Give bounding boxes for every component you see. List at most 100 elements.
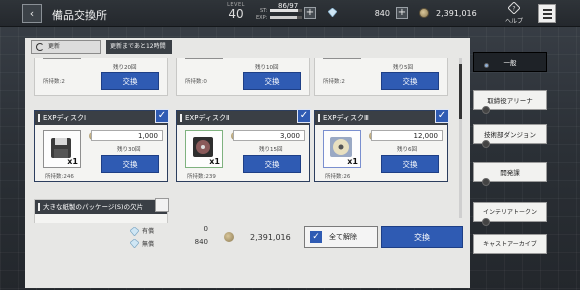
gem-add-button[interactable]: + xyxy=(396,7,408,19)
release-all-label: 全て解除 xyxy=(329,233,357,241)
scroll-thumb[interactable] xyxy=(459,64,462,119)
help-button[interactable]: ? ヘルプ xyxy=(501,1,527,25)
owned-count: 所持数:2 xyxy=(43,79,65,85)
item-thumbnail: x1 xyxy=(43,58,81,59)
remaining-count: 残り30回 xyxy=(117,147,141,153)
owned-count: 所持数:0 xyxy=(185,79,207,85)
owned-count: 所持数:246 xyxy=(45,174,74,180)
coin-icon xyxy=(224,232,234,242)
item-card-package-fragment[interactable]: 大きな紙製のパッケージ(S)の欠片 xyxy=(34,198,169,223)
item-thumbnail: x1 xyxy=(323,58,361,59)
owned-count: 所持数:26 xyxy=(325,174,351,180)
stamina-add-button[interactable]: + xyxy=(304,7,316,19)
item-card-exp-disc-1[interactable]: EXPディスクⅠ ✓ x1 所持数:246 1,000 残り30回 交換 xyxy=(34,109,169,182)
sidebar-item-arena[interactable]: 取締役アリーナ xyxy=(473,90,547,114)
exchange-button[interactable]: 交換 xyxy=(381,72,439,90)
disc-icon xyxy=(193,137,213,157)
back-arrow-icon: ‹ xyxy=(29,7,35,20)
selected-checkbox[interactable] xyxy=(155,198,169,212)
item-name: EXPディスクⅡ xyxy=(177,111,309,125)
paid-gem-label: 有償 xyxy=(142,228,155,235)
sidebar-item-label: 取締役アリーナ xyxy=(487,97,533,105)
paid-gem-value: 0 xyxy=(203,225,208,233)
remaining-count: 残り20回 xyxy=(113,65,137,71)
category-icon xyxy=(482,218,490,226)
item-name: 大きな紙製のパッケージ(S)の欠片 xyxy=(35,200,167,214)
refresh-button[interactable]: 更新 xyxy=(31,40,101,54)
scrollbar[interactable] xyxy=(459,58,462,218)
selected-checkbox[interactable]: ✓ xyxy=(297,109,311,123)
item-card-exp-disc-3[interactable]: EXPディスクⅢ ✓ x1 所持数:26 12,000 残り6回 交換 xyxy=(314,109,449,182)
item-name: EXPディスクⅠ xyxy=(35,111,167,125)
exchange-button[interactable]: 交換 xyxy=(101,72,159,90)
gem-icon xyxy=(328,8,337,17)
exchange-button[interactable]: 交換 xyxy=(243,155,301,173)
sidebar-item-label: キャストアーカイブ xyxy=(483,241,537,248)
stamina-label: ST: xyxy=(260,8,268,14)
free-gem-value: 840 xyxy=(194,238,208,246)
help-label: ヘルプ xyxy=(504,18,523,25)
svg-text:?: ? xyxy=(512,6,515,13)
item-thumbnail: x1 xyxy=(185,130,223,168)
page-title: 備品交換所 xyxy=(52,9,107,22)
item-card[interactable]: x1 所持数:2 残り5回 交換 xyxy=(314,58,448,96)
gem-value: 840 xyxy=(374,9,390,18)
item-grid: x1 所持数:2 残り20回 交換 x1 所持数:0 残り10回 交換 x1 所… xyxy=(34,58,459,223)
item-card-exp-disc-2[interactable]: EXPディスクⅡ ✓ x1 所持数:239 3,000 残り15回 交換 xyxy=(176,109,311,182)
item-card[interactable]: x1 所持数:0 残り10回 交換 xyxy=(176,58,310,96)
selected-checkbox[interactable]: ✓ xyxy=(155,109,169,123)
owned-count: 所持数:239 xyxy=(187,174,216,180)
remaining-count: 残り10回 xyxy=(255,65,279,71)
total-coin-value: 2,391,016 xyxy=(250,233,291,242)
help-icon: ? xyxy=(507,1,521,15)
cost-value: 1,000 xyxy=(91,130,163,141)
top-bar: ‹ 備品交換所 LEVEL 40 86/97 ST: EXP: + 840 + … xyxy=(0,0,580,27)
refresh-icon xyxy=(36,43,44,51)
exchange-button[interactable]: 交換 xyxy=(381,155,439,173)
remaining-count: 残り6回 xyxy=(397,147,417,153)
item-thumbnail: x1 xyxy=(185,58,223,59)
owned-count: 所持数:2 xyxy=(323,79,345,85)
gem-icon xyxy=(130,239,139,248)
cost-value: 12,000 xyxy=(371,130,443,141)
exchange-button[interactable]: 交換 xyxy=(243,72,301,90)
sidebar-item-label: 一般 xyxy=(503,59,517,67)
item-qty: x1 xyxy=(67,157,78,166)
release-all-button[interactable]: ✓ 全て解除 xyxy=(304,226,378,248)
cost-value: 3,000 xyxy=(233,130,305,141)
free-gem-label: 無償 xyxy=(142,241,155,248)
exchange-all-button[interactable]: 交換 xyxy=(381,226,463,248)
item-qty: x1 xyxy=(347,157,358,166)
sidebar-item-dungeon[interactable]: 技術部ダンジョン xyxy=(473,124,547,148)
category-icon xyxy=(482,178,490,186)
gem-icon xyxy=(130,227,139,236)
checkbox-icon: ✓ xyxy=(310,231,322,243)
item-name: EXPディスクⅢ xyxy=(315,111,447,125)
sidebar-item-label: 開発課 xyxy=(500,169,520,177)
sidebar-item-cast-archive[interactable]: キャストアーカイブ xyxy=(473,234,547,254)
sidebar-item-interior-token[interactable]: インテリアトークン xyxy=(473,202,547,226)
menu-button[interactable] xyxy=(538,4,556,23)
refresh-countdown: 更新まであと12時間 xyxy=(106,40,172,54)
exp-bar xyxy=(270,16,302,19)
floppy-disk-icon xyxy=(51,138,71,158)
stamina-bar-fill xyxy=(270,9,299,12)
exchange-button[interactable]: 交換 xyxy=(101,155,159,173)
coin-icon xyxy=(419,8,429,18)
sidebar-item-general[interactable]: 一般 xyxy=(473,52,547,72)
category-icon xyxy=(482,106,490,114)
remaining-count: 残り15回 xyxy=(259,147,283,153)
sidebar-item-label: インテリアトークン xyxy=(482,209,537,216)
level-value: 40 xyxy=(228,7,244,21)
coin-value: 2,391,016 xyxy=(436,9,477,18)
item-thumbnail: x1 xyxy=(43,130,81,168)
back-button[interactable]: ‹ xyxy=(22,4,42,23)
category-icon xyxy=(482,140,490,148)
selected-checkbox[interactable]: ✓ xyxy=(435,109,449,123)
item-card[interactable]: x1 所持数:2 残り20回 交換 xyxy=(34,58,168,96)
sidebar-item-development[interactable]: 開発課 xyxy=(473,162,547,186)
category-icon xyxy=(484,63,489,68)
exp-label: EXP: xyxy=(256,15,268,21)
stamina-bar xyxy=(270,9,302,12)
exp-bar-fill xyxy=(270,16,298,19)
